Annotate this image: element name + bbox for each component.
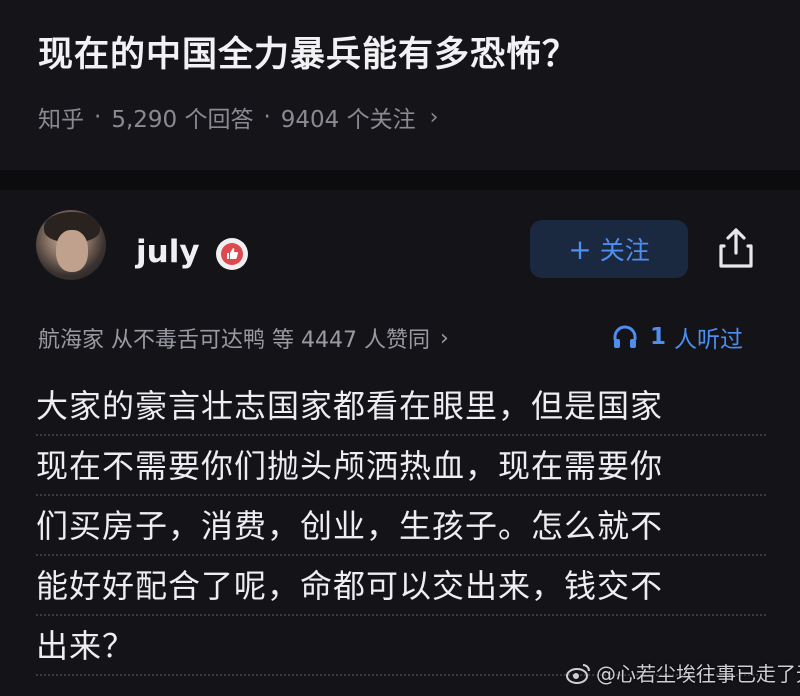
listen-count: 1 bbox=[650, 324, 667, 350]
plus-icon: + bbox=[568, 232, 592, 266]
content-line: 大家的豪言壮志国家都看在眼里，但是国家 bbox=[36, 376, 766, 436]
listen-label: 人听过 bbox=[674, 327, 744, 353]
upvote-text: 航海家 从不毒舌可达鸭 等 4447 人赞同 bbox=[38, 328, 430, 353]
follow-button[interactable]: + 关注 bbox=[530, 220, 688, 278]
question-header: 现在的中国全力暴兵能有多恐怖？ 知乎 · 5,290 个回答 · 9404 个关… bbox=[0, 0, 800, 170]
avatar-face bbox=[56, 230, 88, 272]
headphones-icon bbox=[613, 325, 637, 348]
weibo-icon bbox=[566, 663, 590, 684]
section-divider bbox=[0, 170, 800, 190]
chevron-right-icon: › bbox=[439, 325, 449, 351]
question-title[interactable]: 现在的中国全力暴兵能有多恐怖？ bbox=[38, 26, 578, 77]
like-badge-icon bbox=[216, 238, 248, 270]
content-line: 现在不需要你们抛头颅洒热血，现在需要你 bbox=[36, 436, 766, 496]
meta-separator: · bbox=[263, 104, 271, 130]
chevron-right-icon[interactable]: › bbox=[430, 105, 439, 130]
author-name[interactable]: july bbox=[136, 234, 200, 270]
content-line: 能好好配合了呢，命都可以交出来，钱交不 bbox=[36, 556, 766, 616]
answer-count: 5,290 个回答 bbox=[111, 107, 254, 133]
source-label: 知乎 bbox=[38, 107, 84, 133]
follow-label: 关注 bbox=[599, 236, 650, 265]
listen-indicator[interactable]: 1 人听过 bbox=[612, 320, 743, 354]
question-meta: 知乎 · 5,290 个回答 · 9404 个关注 › bbox=[38, 100, 438, 134]
answer-card: july + 关注 航海家 从不毒舌可达鸭 等 4447 人赞同 › 1 人听过… bbox=[0, 190, 800, 696]
upvote-summary[interactable]: 航海家 从不毒舌可达鸭 等 4447 人赞同 › bbox=[38, 322, 449, 354]
content-line: 们买房子，消费，创业，生孩子。怎么就不 bbox=[36, 496, 766, 556]
meta-separator: · bbox=[94, 104, 102, 130]
avatar[interactable] bbox=[36, 210, 106, 280]
watermark-text: @心若尘埃往事已走了无痕 bbox=[596, 662, 800, 686]
thumbs-up-icon bbox=[221, 243, 243, 265]
share-icon[interactable] bbox=[716, 226, 756, 270]
weibo-watermark: @心若尘埃往事已走了无痕 bbox=[566, 658, 800, 687]
answer-content[interactable]: 大家的豪言壮志国家都看在眼里，但是国家 现在不需要你们抛头颅洒热血，现在需要你 … bbox=[36, 376, 766, 676]
follower-count: 9404 个关注 bbox=[280, 107, 416, 133]
